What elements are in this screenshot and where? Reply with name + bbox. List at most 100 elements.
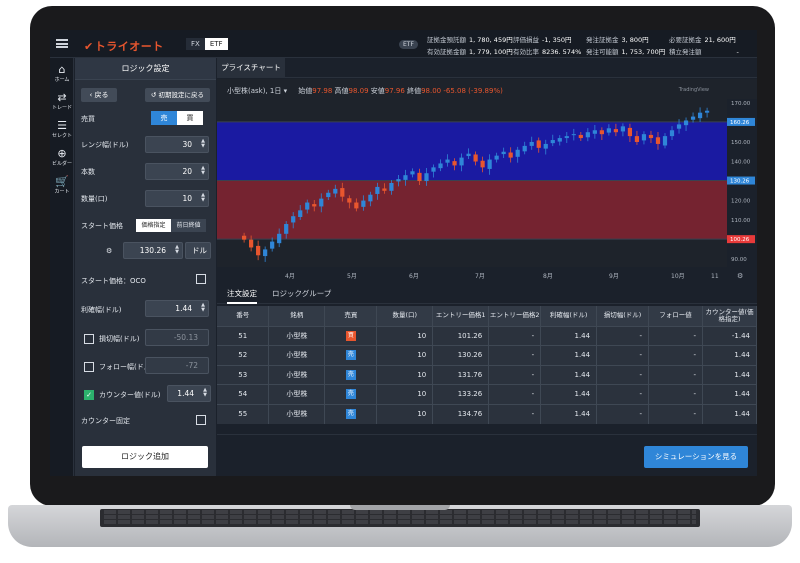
table-row[interactable]: 51 小型株買 10 101.26-1.44- - -1.44	[217, 325, 757, 346]
side-badge: 売	[345, 369, 356, 380]
cell-side: 買	[324, 325, 378, 346]
table-row[interactable]: 54 小型株売 10 133.26-1.44- -1.44	[217, 384, 757, 404]
table-row[interactable]: 52 小型株売 10 130.26-1.44- -1.44	[217, 345, 757, 365]
col-name[interactable]: 銘柄	[268, 306, 326, 326]
start-price-stepper[interactable]: 130.26 ▲ ▼	[123, 242, 183, 259]
counter-stepper[interactable]: 1.44 ▲ ▼	[167, 385, 211, 402]
tab-logic-group[interactable]: ロジックグループ	[272, 284, 331, 304]
simulate-button[interactable]: シミュレーションを見る	[644, 446, 748, 468]
cell-counter: 1.44	[702, 403, 757, 424]
candle-body	[277, 233, 282, 244]
range-zone-1	[217, 180, 727, 240]
logic-panel: ロジック設定 ‹ 戻る ↺ 初期設定に戻る 売買 売 買 レンジ幅(ドル) 30…	[75, 58, 216, 476]
candle-body	[347, 198, 352, 203]
candle-body	[599, 130, 604, 135]
tab-etf[interactable]: ETF	[204, 38, 228, 50]
candle-body	[459, 157, 464, 166]
candle-body	[242, 235, 247, 240]
col-qty[interactable]: 数量(口)	[376, 306, 434, 326]
select-icon: ☰	[57, 119, 67, 132]
y-tick-label: 120.00	[731, 199, 751, 205]
buy-option[interactable]: 買	[177, 111, 203, 125]
cell-e1: 131.76	[432, 364, 490, 385]
stepper-arrows-icon[interactable]: ▲ ▼	[201, 193, 205, 203]
chart-settings-icon: ⚙	[737, 272, 743, 280]
add-logic-button[interactable]: ロジック追加	[82, 446, 208, 468]
stepper-arrows-icon[interactable]: ▲ ▼	[201, 303, 205, 313]
cell-qty: 10	[376, 384, 434, 404]
stepper-arrows-icon[interactable]: ▲ ▼	[201, 166, 205, 176]
cell-no: 52	[217, 345, 270, 365]
candle-body	[683, 120, 689, 126]
col-tp[interactable]: 利確幅(ドル)	[540, 306, 598, 326]
sell-option[interactable]: 売	[151, 111, 177, 125]
candle-body	[431, 167, 436, 172]
candle-body	[620, 126, 626, 132]
account-savings-order: 積立発注額 -	[669, 48, 739, 56]
col-no[interactable]: 番号	[217, 306, 270, 326]
counter-fixed-checkbox[interactable]	[196, 415, 206, 425]
gear-icon[interactable]: ⚙	[106, 247, 112, 255]
count-stepper[interactable]: 20 ▲ ▼	[145, 163, 209, 180]
tab-order-settings[interactable]: 注文設定	[227, 284, 257, 304]
price-chart[interactable]: 170.00160.00150.00140.00130.00120.00110.…	[217, 79, 757, 283]
prev-close-option[interactable]: 前日終値	[171, 219, 206, 232]
candle-body	[494, 155, 499, 160]
qty-stepper[interactable]: 10 ▲ ▼	[145, 190, 209, 207]
sl-field[interactable]: -50.13	[145, 329, 209, 346]
cell-name: 小型株	[268, 325, 326, 346]
cell-name: 小型株	[268, 364, 326, 385]
cell-e2: -	[488, 325, 542, 346]
candle-body	[662, 136, 668, 146]
sl-label: 損切幅(ドル)	[99, 335, 140, 343]
candle-body	[585, 132, 590, 138]
account-pl: 評価損益 -1, 350円	[513, 36, 572, 44]
col-counter[interactable]: カウンター値(価格指定)	[702, 306, 757, 326]
table-row[interactable]: 53 小型株売 10 131.76-1.44- -1.44	[217, 364, 757, 385]
price-specified-option[interactable]: 価格指定	[136, 219, 171, 232]
cell-sl: -	[596, 384, 650, 404]
x-tick-label: 5月	[347, 273, 357, 280]
nav-home[interactable]: ⌂ ホーム	[50, 64, 74, 83]
cell-side: 売	[324, 364, 378, 385]
menu-icon[interactable]	[56, 39, 68, 48]
counter-checkbox[interactable]: ✓	[84, 390, 94, 400]
oco-checkbox[interactable]	[196, 274, 206, 284]
oco-label: スタート価格：OCO	[81, 277, 146, 285]
candle-body	[473, 154, 478, 162]
candle-body	[613, 129, 618, 133]
chart-svg[interactable]: 170.00160.00150.00140.00130.00120.00110.…	[217, 79, 757, 283]
cell-name: 小型株	[268, 384, 326, 404]
col-sl[interactable]: 損切幅(ドル)	[596, 306, 650, 326]
cell-follow: -	[648, 345, 703, 365]
symbol-label[interactable]: 小型株(ask), 1日	[227, 87, 281, 95]
col-entry1[interactable]: エントリー価格1	[432, 306, 490, 326]
nav-trade[interactable]: ⇄ トレード	[50, 92, 74, 111]
col-follow[interactable]: フォロー値	[648, 306, 703, 326]
logo[interactable]: ✔トライオート	[84, 38, 164, 54]
back-button[interactable]: ‹ 戻る	[81, 88, 117, 102]
cell-sl: -	[596, 364, 650, 385]
stepper-arrows-icon[interactable]: ▲ ▼	[203, 388, 207, 398]
tradingview-watermark: TradingView	[678, 87, 709, 93]
follow-field[interactable]: -72	[145, 357, 209, 374]
follow-checkbox[interactable]	[84, 362, 94, 372]
stepper-arrows-icon[interactable]: ▲ ▼	[175, 245, 179, 255]
tab-price-chart[interactable]: プライスチャート	[217, 58, 285, 78]
tab-fx[interactable]: FX	[186, 38, 205, 50]
candle-body	[634, 136, 640, 142]
col-entry2[interactable]: エントリー価格2	[488, 306, 542, 326]
range-stepper[interactable]: 30 ▲ ▼	[145, 136, 209, 153]
stepper-arrows-icon[interactable]: ▲ ▼	[201, 139, 205, 149]
nav-cart[interactable]: 🛒 カート	[50, 176, 74, 195]
nav-builder[interactable]: ⊕ ビルダー	[50, 148, 74, 167]
table-header-row: 番号 銘柄 売買 数量(口) エントリー価格1 エントリー価格2 利確幅(ドル)…	[217, 306, 757, 326]
cell-side: 売	[324, 384, 378, 404]
tp-stepper[interactable]: 1.44 ▲ ▼	[145, 300, 209, 317]
sl-checkbox[interactable]	[84, 334, 94, 344]
table-row[interactable]: 55 小型株売 10 134.76-1.44- -1.44	[217, 403, 757, 424]
candle-body	[256, 245, 261, 256]
nav-select[interactable]: ☰ セレクト	[50, 120, 74, 139]
reset-button[interactable]: ↺ 初期設定に戻る	[145, 88, 210, 102]
col-side[interactable]: 売買	[324, 306, 378, 326]
